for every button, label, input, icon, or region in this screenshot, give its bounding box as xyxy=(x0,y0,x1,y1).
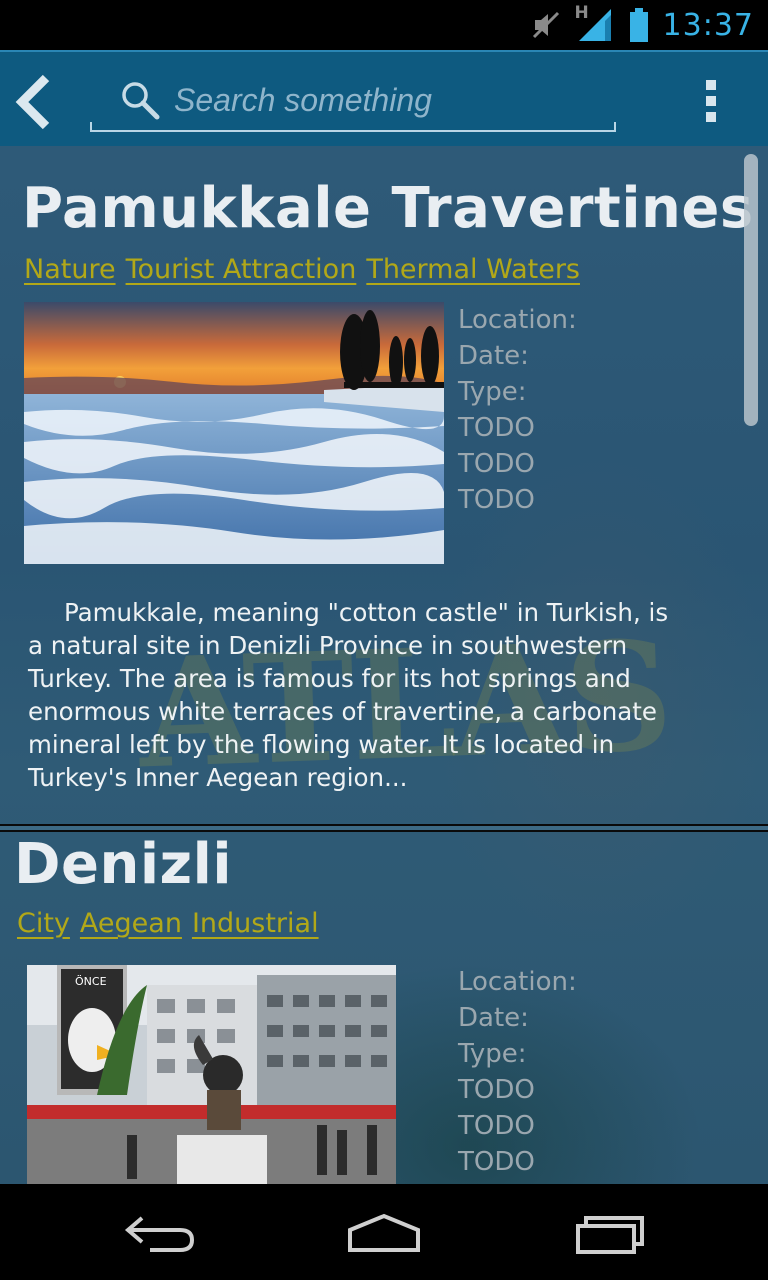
tag-link[interactable]: Thermal Waters xyxy=(366,254,580,285)
place-title: Pamukkale Travertines xyxy=(22,176,754,241)
place-description: Pamukkale, meaning "cotton castle" in Tu… xyxy=(28,598,669,792)
tag-link[interactable]: Nature xyxy=(24,254,116,285)
status-bar: H 13:37 xyxy=(0,0,768,50)
chevron-left-icon xyxy=(15,74,50,130)
place-info: Location: Date: Type: TODO TODO TODO xyxy=(458,302,577,518)
overflow-menu-button[interactable] xyxy=(694,80,730,124)
scrollbar-thumb[interactable] xyxy=(744,154,758,426)
navigation-bar xyxy=(0,1184,768,1280)
location-value: TODO xyxy=(458,413,535,443)
date-value: TODO xyxy=(458,449,535,479)
clock: 13:37 xyxy=(662,7,754,43)
back-button[interactable] xyxy=(10,72,60,132)
date-label: Date: xyxy=(458,1003,529,1033)
status-icons: H 13:37 xyxy=(531,3,754,44)
tag-list: Nature Tourist Attraction Thermal Waters xyxy=(24,254,580,285)
search-icon xyxy=(122,82,160,120)
location-label: Location: xyxy=(458,967,577,997)
billboard-text: ÖNCE xyxy=(75,975,107,988)
type-value: TODO xyxy=(458,485,535,515)
back-nav-button[interactable] xyxy=(120,1208,200,1258)
place-card[interactable]: Denizli City Aegean Industrial ÖNCE Loca… xyxy=(0,832,768,1184)
tag-link[interactable]: Tourist Attraction xyxy=(126,254,357,285)
place-card[interactable]: Pamukkale Travertines Nature Tourist Att… xyxy=(0,146,768,826)
recent-apps-icon xyxy=(576,1216,644,1254)
date-value: TODO xyxy=(458,1111,535,1141)
type-value: TODO xyxy=(458,1147,535,1177)
date-label: Date: xyxy=(458,341,529,371)
tag-link[interactable]: City xyxy=(17,908,70,939)
type-label: Type: xyxy=(458,1039,527,1069)
signal-icon: H xyxy=(575,3,615,43)
tag-list: City Aegean Industrial xyxy=(17,908,319,939)
mute-icon xyxy=(532,11,559,39)
action-bar xyxy=(0,50,768,148)
location-value: TODO xyxy=(458,1075,535,1105)
home-nav-icon xyxy=(348,1213,420,1252)
battery-icon xyxy=(629,8,648,42)
place-photo[interactable] xyxy=(24,302,444,564)
tag-link[interactable]: Aegean xyxy=(80,908,182,939)
location-label: Location: xyxy=(458,305,577,335)
back-nav-icon xyxy=(124,1216,195,1252)
place-info: Location: Date: Type: TODO TODO TODO xyxy=(458,964,577,1180)
home-nav-button[interactable] xyxy=(344,1208,424,1258)
type-label: Type: xyxy=(458,377,527,407)
tag-link[interactable]: Industrial xyxy=(192,908,319,939)
places-list[interactable]: ATLAS Pamukkale Travertines Nature Touri… xyxy=(0,146,768,1184)
card-divider xyxy=(0,824,768,832)
search-input[interactable] xyxy=(172,76,606,124)
search-box[interactable] xyxy=(90,70,616,132)
recent-apps-button[interactable] xyxy=(572,1208,652,1258)
place-title: Denizli xyxy=(14,832,233,897)
place-photo[interactable]: ÖNCE xyxy=(27,965,396,1184)
